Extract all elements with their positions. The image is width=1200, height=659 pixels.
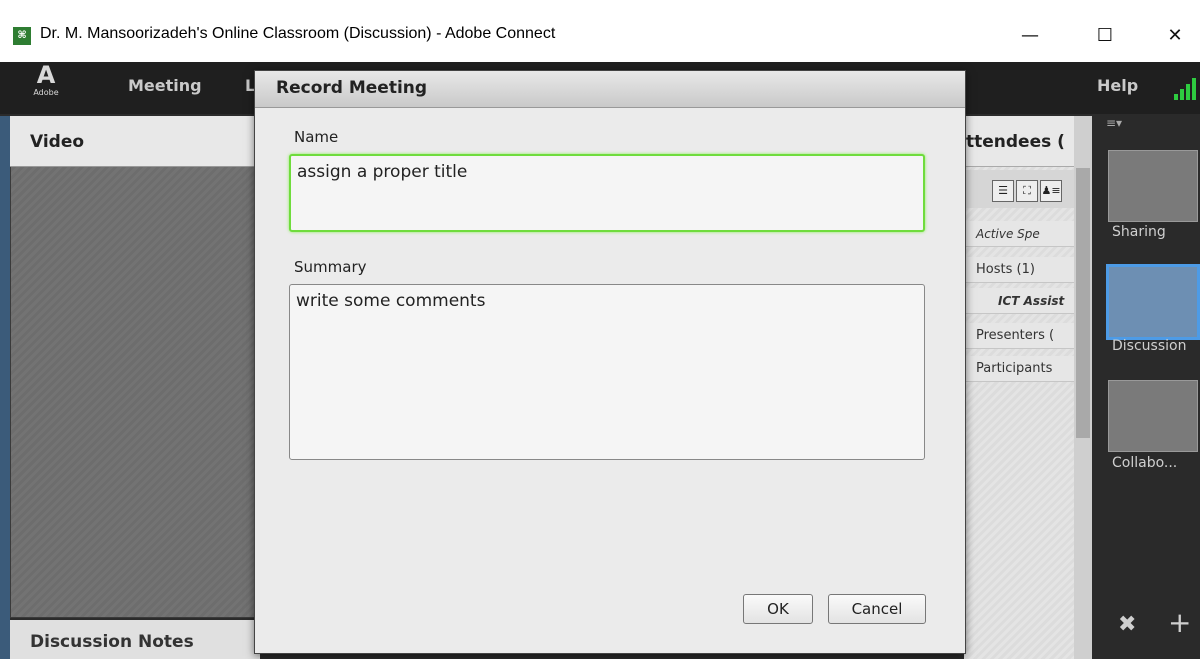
discussion-notes-title: Discussion Notes xyxy=(30,632,194,652)
list-view-icon[interactable]: ☰ xyxy=(992,180,1014,202)
adobe-logo-glyph: A xyxy=(36,61,56,89)
attendee-options-icon[interactable]: ♟≡ xyxy=(1040,180,1062,202)
ok-button[interactable]: OK xyxy=(743,594,813,624)
add-layout-icon[interactable]: + xyxy=(1168,606,1191,639)
active-speakers-row[interactable]: Active Spe xyxy=(964,221,1074,247)
close-window-button[interactable]: ✕ xyxy=(1155,22,1195,50)
layout-thumb-sharing[interactable] xyxy=(1108,150,1198,222)
adobe-logo-text: Adobe xyxy=(33,88,59,97)
attendees-pod-title: ttendees ( xyxy=(966,132,1065,152)
video-pod xyxy=(10,116,262,618)
recording-name-input[interactable]: assign a proper title xyxy=(289,154,925,232)
host-attendee-row[interactable]: ICT Assist xyxy=(964,288,1074,314)
attendees-scrollbar-thumb[interactable] xyxy=(1076,168,1090,438)
window-title: Dr. M. Mansoorizadeh's Online Classroom … xyxy=(40,25,556,42)
layout-label-sharing: Sharing xyxy=(1112,224,1166,240)
layouts-menu-icon[interactable]: ≡▾ xyxy=(1106,116,1122,130)
adobe-connect-app-icon: ⌘ xyxy=(13,27,31,45)
layout-thumb-collaboration[interactable] xyxy=(1108,380,1198,452)
name-label: Name xyxy=(294,128,339,146)
hosts-row[interactable]: Hosts (1) xyxy=(964,257,1074,283)
maximize-button[interactable]: ☐ xyxy=(1085,22,1125,50)
menu-meeting[interactable]: Meeting xyxy=(128,76,202,95)
connection-signal-icon xyxy=(1172,78,1200,100)
layout-thumb-discussion[interactable] xyxy=(1106,264,1200,340)
left-edge-strip xyxy=(0,116,10,659)
layout-label-discussion: Discussion xyxy=(1112,338,1187,354)
presenters-row[interactable]: Presenters ( xyxy=(964,323,1074,349)
layout-label-collaboration: Collabo... xyxy=(1112,455,1178,471)
minimize-button[interactable]: — xyxy=(1010,22,1050,50)
menu-help[interactable]: Help xyxy=(1097,76,1138,95)
video-pod-title: Video xyxy=(30,132,85,152)
fullscreen-icon[interactable]: ⛶ xyxy=(1016,180,1038,202)
participants-row[interactable]: Participants xyxy=(964,356,1074,382)
dialog-title: Record Meeting xyxy=(276,78,428,98)
adobe-logo-icon: A Adobe xyxy=(32,62,60,108)
summary-label: Summary xyxy=(294,258,367,276)
recording-summary-input[interactable]: write some comments xyxy=(289,284,925,460)
tools-icon[interactable]: ✖ xyxy=(1118,612,1136,637)
cancel-button[interactable]: Cancel xyxy=(828,594,926,624)
